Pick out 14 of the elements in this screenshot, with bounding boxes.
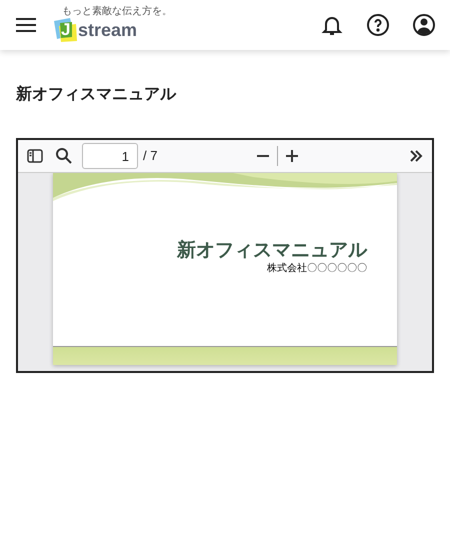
more-tools-icon[interactable]	[408, 148, 424, 164]
zoom-in-icon[interactable]	[284, 148, 300, 164]
logo-letter: J	[61, 19, 70, 41]
help-icon[interactable]	[366, 13, 390, 37]
logo-text: stream	[78, 19, 138, 41]
slide-title: 新オフィスマニュアル	[177, 239, 367, 262]
page-number-field[interactable]: 1	[82, 143, 138, 169]
page-count: / 7	[143, 147, 158, 166]
account-icon[interactable]	[412, 13, 436, 37]
page-title: 新オフィスマニュアル	[16, 85, 178, 105]
sidebar-toggle-icon[interactable]	[26, 147, 44, 165]
slide-subtitle: 株式会社〇〇〇〇〇〇	[267, 263, 367, 275]
search-icon[interactable]	[55, 147, 73, 165]
logo-tagline: もっと素敵な伝え方を。	[62, 7, 172, 17]
